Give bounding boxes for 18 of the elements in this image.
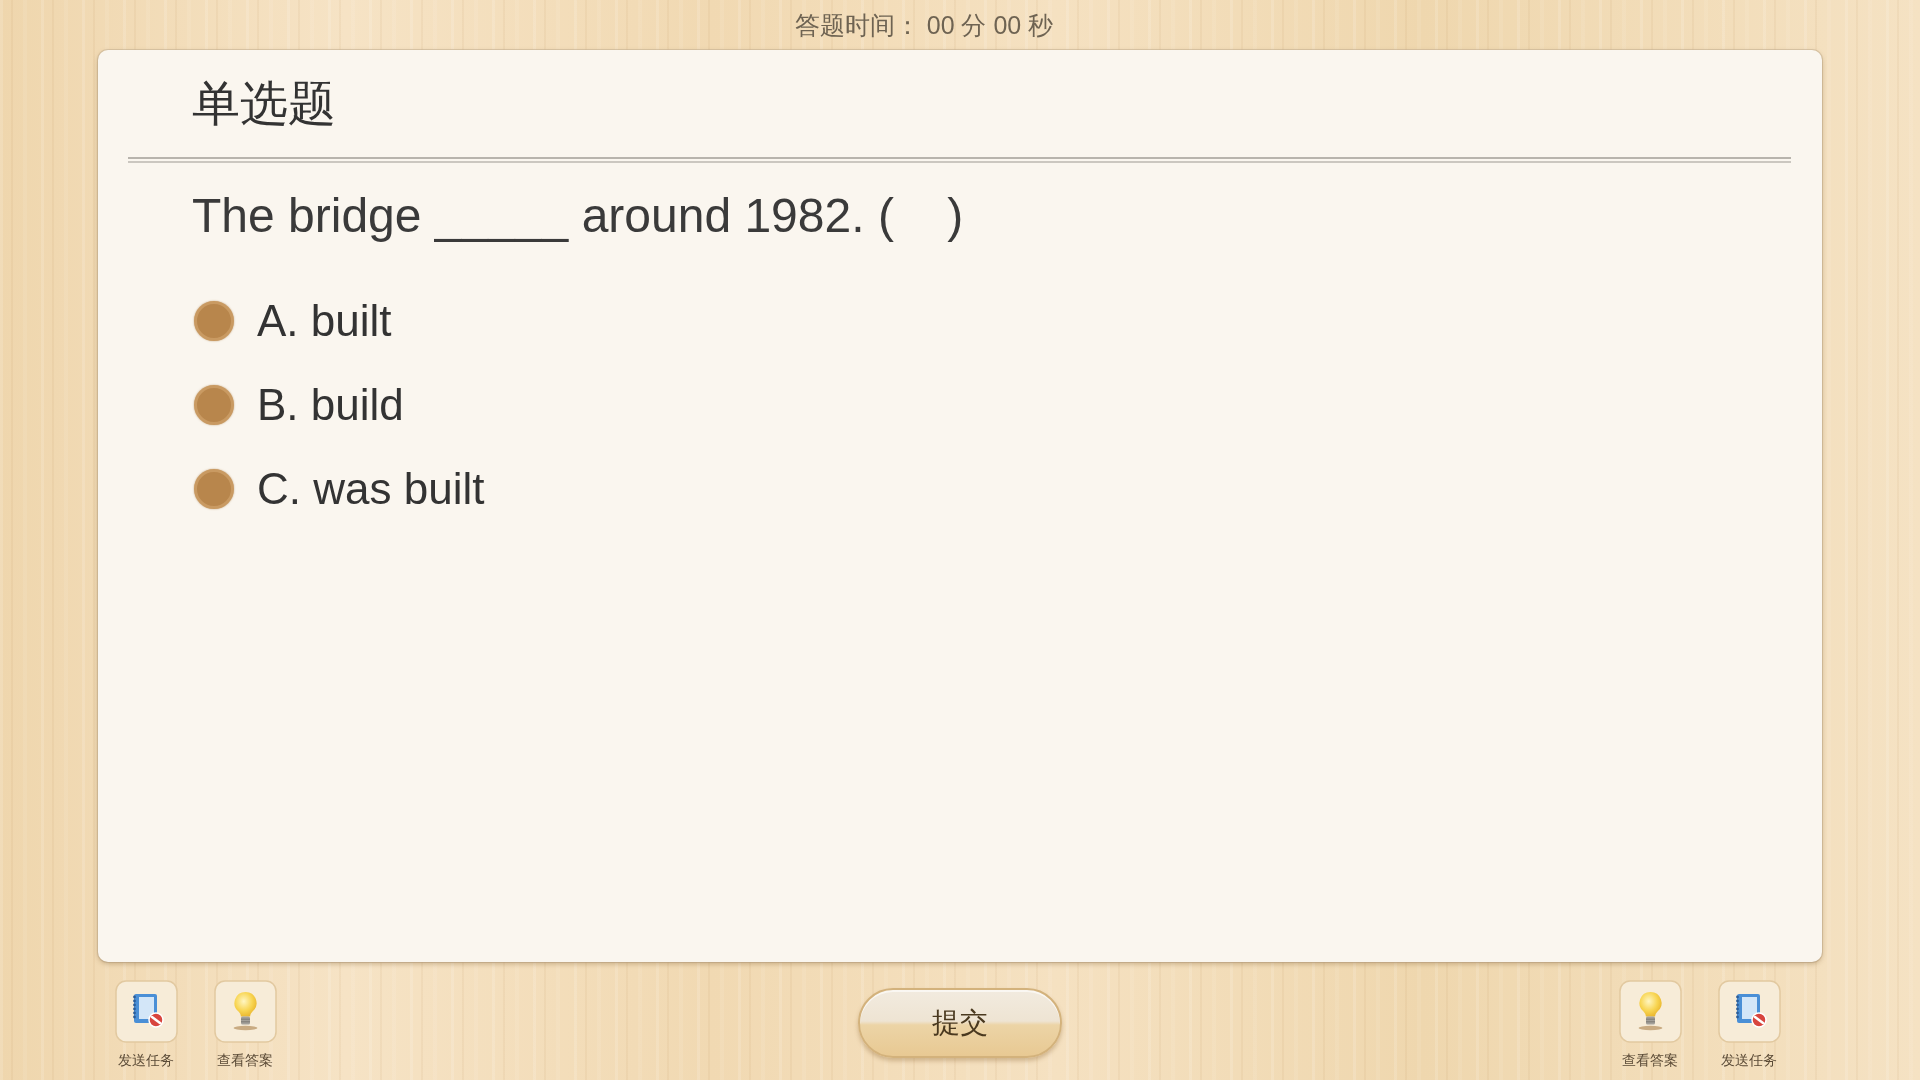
notebook-icon: [1717, 980, 1781, 1043]
send-task-button[interactable]: 发送任务: [106, 980, 186, 1069]
lightbulb-icon: [213, 980, 277, 1043]
notebook-icon: [114, 980, 178, 1043]
option-text[interactable]: C. was built: [257, 463, 485, 515]
timer-text: 答题时间： 00 分 00 秒: [794, 10, 1054, 40]
radio-button[interactable]: [194, 385, 234, 425]
submit-button[interactable]: 提交: [858, 988, 1062, 1058]
radio-button[interactable]: [194, 469, 234, 509]
question-text: The bridge _____ around 1982. ( ): [192, 188, 964, 244]
view-answer-button[interactable]: 查看答案: [1610, 980, 1690, 1069]
option-text[interactable]: B. build: [257, 379, 404, 431]
radio-button[interactable]: [194, 301, 234, 341]
lightbulb-icon: [1618, 980, 1682, 1043]
view-answer-button[interactable]: 查看答案: [205, 980, 285, 1069]
send-task-button[interactable]: 发送任务: [1709, 980, 1789, 1069]
question-type-title: 单选题: [192, 75, 336, 132]
option-text[interactable]: A. built: [257, 295, 392, 347]
